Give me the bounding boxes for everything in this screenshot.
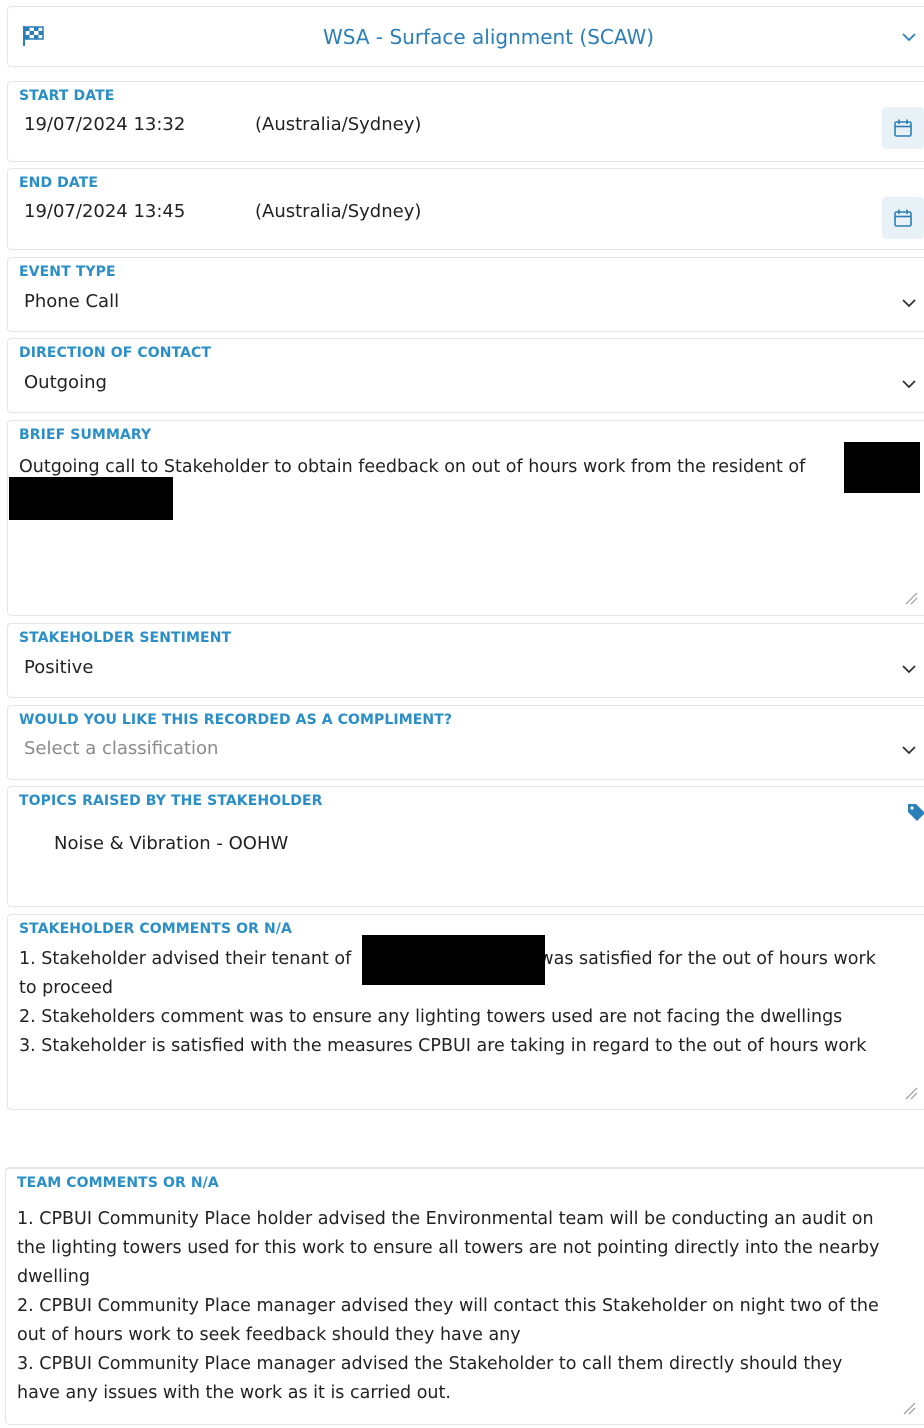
direction-value: Outgoing [24,372,107,393]
stakeholder-comments-label: STAKEHOLDER COMMENTS OR N/A [19,921,292,937]
team-comments-label: TEAM COMMENTS OR N/A [17,1175,219,1191]
event-type-value: Phone Call [24,291,120,312]
end-date-label: END DATE [19,175,99,191]
sentiment-label: STAKEHOLDER SENTIMENT [19,630,232,646]
project-title: WSA - Surface alignment (SCAW) [323,25,655,49]
stakeholder-comments-textarea[interactable]: STAKEHOLDER COMMENTS OR N/A 1. Stakehold… [7,914,924,1110]
end-date-field[interactable]: END DATE 19/07/2024 13:45 (Australia/Syd… [7,168,924,250]
direction-label: DIRECTION OF CONTACT [19,345,212,361]
tag-icon[interactable] [906,802,924,822]
compliment-select[interactable]: WOULD YOU LIKE THIS RECORDED AS A COMPLI… [7,705,924,780]
topics-field[interactable]: TOPICS RAISED BY THE STAKEHOLDER Noise &… [7,786,924,907]
redacted-block [9,477,173,520]
brief-summary-label: BRIEF SUMMARY [19,427,152,443]
start-date-timezone: (Australia/Sydney) [255,114,422,135]
resize-handle-icon[interactable] [904,591,918,605]
resize-handle-icon[interactable] [904,1086,918,1100]
direction-of-contact-select[interactable]: DIRECTION OF CONTACT Outgoing [7,338,924,413]
calendar-icon [894,119,912,137]
topic-chip[interactable]: Noise & Vibration - OOHW [54,833,288,854]
event-type-select[interactable]: EVENT TYPE Phone Call [7,257,924,332]
compliment-label: WOULD YOU LIKE THIS RECORDED AS A COMPLI… [19,712,453,728]
project-selector[interactable]: WSA - Surface alignment (SCAW) [7,6,924,67]
start-date-field[interactable]: START DATE 19/07/2024 13:32 (Australia/S… [7,81,924,162]
start-date-value[interactable]: 19/07/2024 13:32 [24,114,185,135]
end-date-calendar-button[interactable] [882,197,924,239]
topics-label: TOPICS RAISED BY THE STAKEHOLDER [19,793,323,809]
flag-icon [23,26,44,46]
compliment-placeholder: Select a classification [24,738,219,759]
resize-handle-icon[interactable] [902,1401,916,1415]
event-type-label: EVENT TYPE [19,264,116,280]
team-comments-textarea[interactable]: TEAM COMMENTS OR N/A 1. CPBUI Community … [5,1167,924,1425]
chevron-down-icon[interactable] [901,295,917,311]
calendar-icon [894,209,912,227]
start-date-calendar-button[interactable] [882,107,924,149]
end-date-value[interactable]: 19/07/2024 13:45 [24,201,185,222]
stakeholder-sentiment-select[interactable]: STAKEHOLDER SENTIMENT Positive [7,623,924,698]
sentiment-value: Positive [24,657,94,678]
chevron-down-icon[interactable] [901,376,917,392]
chevron-down-icon[interactable] [901,742,917,758]
end-date-timezone: (Australia/Sydney) [255,201,422,222]
redacted-block [362,935,545,985]
start-date-label: START DATE [19,88,115,104]
team-comments-text[interactable]: 1. CPBUI Community Place holder advised … [17,1205,904,1408]
chevron-down-icon[interactable] [901,29,917,45]
redacted-block [844,442,920,493]
chevron-down-icon[interactable] [901,661,917,677]
brief-summary-textarea[interactable]: BRIEF SUMMARY Outgoing call to Stakehold… [7,420,924,616]
